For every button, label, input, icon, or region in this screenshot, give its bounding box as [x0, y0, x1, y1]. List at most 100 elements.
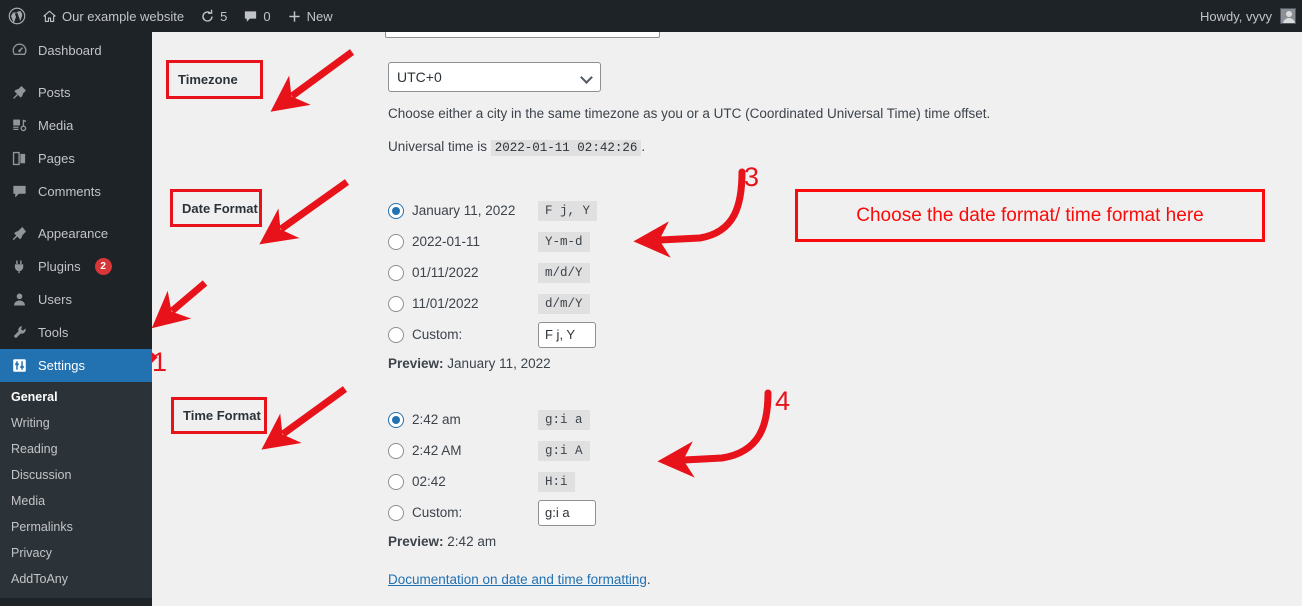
sidebar-item-tools[interactable]: Tools [0, 316, 152, 349]
sidebar-separator [0, 67, 152, 76]
time-format-custom-radio[interactable] [388, 504, 404, 521]
annotation-number-1: 1 [152, 347, 168, 377]
date-format-radio[interactable] [388, 202, 404, 219]
annotation-label-timezone: Timezone [166, 60, 263, 99]
date-format-option-code: F j, Y [538, 200, 598, 221]
admin-bar: Our example website 5 0 New Howdy, vyvy [0, 0, 1302, 32]
sidebar-label: Posts [38, 85, 71, 100]
timezone-field: UTC+0 Choose either a city in the same t… [388, 62, 990, 158]
site-name-menu[interactable]: Our example website [34, 0, 192, 32]
submenu-item-media[interactable]: Media [0, 488, 152, 514]
sidebar-item-posts[interactable]: Posts [0, 76, 152, 109]
time-format-custom-input[interactable] [538, 499, 596, 526]
date-format-option-label: 2022-01-11 [412, 234, 481, 249]
sidebar-label: Media [38, 118, 74, 133]
time-format-custom-row[interactable]: Custom: [388, 497, 651, 528]
sidebar-item-appearance[interactable]: Appearance [0, 217, 152, 250]
documentation-suffix: . [646, 572, 651, 587]
submenu-item-discussion[interactable]: Discussion [0, 462, 152, 488]
time-format-option-row[interactable]: 2:42 AM g:i A [388, 435, 651, 466]
settings-sliders-icon [9, 356, 29, 376]
my-account-menu[interactable]: Howdy, vyvy [1200, 0, 1302, 32]
date-format-custom-input[interactable] [538, 321, 596, 348]
time-format-option-label: 2:42 am [412, 412, 461, 427]
submenu-item-reading[interactable]: Reading [0, 436, 152, 462]
date-format-preview: Preview: January 11, 2022 [388, 356, 597, 371]
date-format-custom-radio[interactable] [388, 326, 404, 343]
documentation-line: Documentation on date and time formattin… [388, 570, 651, 590]
sidebar-item-plugins[interactable]: Plugins 2 [0, 250, 152, 283]
plug-icon [9, 257, 29, 277]
date-format-radio[interactable] [388, 264, 404, 281]
timezone-description: Choose either a city in the same timezon… [388, 106, 991, 121]
date-format-option-code: m/d/Y [538, 262, 590, 283]
pin-icon [9, 83, 29, 103]
time-format-field: 2:42 am g:i a 2:42 AM g:i A 02:42 H:i Cu… [388, 404, 651, 590]
universal-time-suffix: . [641, 139, 646, 155]
time-format-radio[interactable] [388, 473, 404, 490]
annotation-label-date-format: Date Format [170, 189, 262, 227]
sidebar-item-users[interactable]: Users [0, 283, 152, 316]
time-format-option-label: 2:42 AM [412, 443, 462, 458]
wordpress-logo-icon [8, 7, 26, 25]
timezone-select[interactable]: UTC+0 [388, 62, 601, 92]
sidebar-label: Users [38, 292, 72, 307]
date-format-preview-label: Preview: [388, 356, 444, 371]
date-format-radio[interactable] [388, 295, 404, 312]
comment-bubble-icon [9, 182, 29, 202]
timezone-select-wrap: UTC+0 [388, 62, 601, 92]
time-format-preview: Preview: 2:42 am [388, 534, 651, 549]
new-content-menu[interactable]: New [279, 0, 341, 32]
submenu-item-writing[interactable]: Writing [0, 410, 152, 436]
media-icon [9, 116, 29, 136]
date-format-field: January 11, 2022 F j, Y 2022-01-11 Y-m-d… [388, 195, 598, 371]
updates-count: 5 [220, 8, 228, 24]
submenu-item-permalinks[interactable]: Permalinks [0, 514, 152, 540]
sidebar-item-pages[interactable]: Pages [0, 142, 152, 175]
avatar [1280, 8, 1296, 24]
date-format-option-row[interactable]: 11/01/2022 d/m/Y [388, 288, 597, 319]
submenu-item-addtoany[interactable]: AddToAny [0, 566, 152, 592]
annotation-number-3: 3 [744, 162, 760, 192]
time-format-option-code: H:i [538, 471, 575, 492]
sidebar-label: Comments [38, 184, 101, 199]
date-format-option-row[interactable]: January 11, 2022 F j, Y [388, 195, 598, 226]
date-format-radio[interactable] [388, 233, 404, 250]
universal-time-prefix: Universal time is [388, 139, 488, 155]
time-format-option-label: 02:42 [412, 474, 446, 489]
general-settings-content: UTC+0 Choose either a city in the same t… [152, 28, 1302, 606]
date-format-option-code: Y-m-d [538, 231, 590, 252]
time-format-radio[interactable] [388, 411, 404, 428]
dashboard-icon [9, 41, 29, 61]
time-format-radio[interactable] [388, 442, 404, 459]
submenu-item-general[interactable]: General [0, 384, 152, 410]
submenu-item-privacy[interactable]: Privacy [0, 540, 152, 566]
date-format-option-row[interactable]: 2022-01-11 Y-m-d [388, 226, 597, 257]
wordpress-logo-menu[interactable] [0, 0, 34, 32]
updates-menu[interactable]: 5 [192, 0, 235, 32]
time-format-option-row[interactable]: 02:42 H:i [388, 466, 651, 497]
date-format-option-row[interactable]: 01/11/2022 m/d/Y [388, 257, 597, 288]
sidebar-item-media[interactable]: Media [0, 109, 152, 142]
date-format-option-label: January 11, 2022 [412, 203, 516, 218]
sidebar-label: Appearance [38, 226, 109, 241]
sidebar-label: Dashboard [38, 43, 102, 58]
date-format-custom-row[interactable]: Custom: [388, 319, 597, 350]
sidebar-item-comments[interactable]: Comments [0, 175, 152, 208]
annotation-number-4: 4 [775, 386, 791, 416]
annotation-label-time-format: Time Format [171, 397, 267, 434]
sidebar-item-settings[interactable]: Settings [0, 349, 152, 382]
plus-icon [287, 9, 302, 24]
wordpress-admin-screen: Our example website 5 0 New Howdy, vyvy … [0, 0, 1302, 606]
home-icon [42, 9, 57, 24]
comments-count: 0 [263, 8, 271, 24]
sidebar-label: Pages [38, 151, 75, 166]
updates-icon [200, 9, 215, 24]
sidebar-item-dashboard[interactable]: Dashboard [0, 34, 152, 67]
comments-menu[interactable]: 0 [235, 0, 278, 32]
documentation-link[interactable]: Documentation on date and time formattin… [388, 572, 647, 587]
time-format-option-code: g:i A [538, 440, 590, 461]
time-format-option-row[interactable]: 2:42 am g:i a [388, 404, 651, 435]
universal-time-line: Universal time is 2022-01-11 02:42:26. [388, 137, 990, 158]
date-format-option-label: 01/11/2022 [412, 265, 479, 280]
